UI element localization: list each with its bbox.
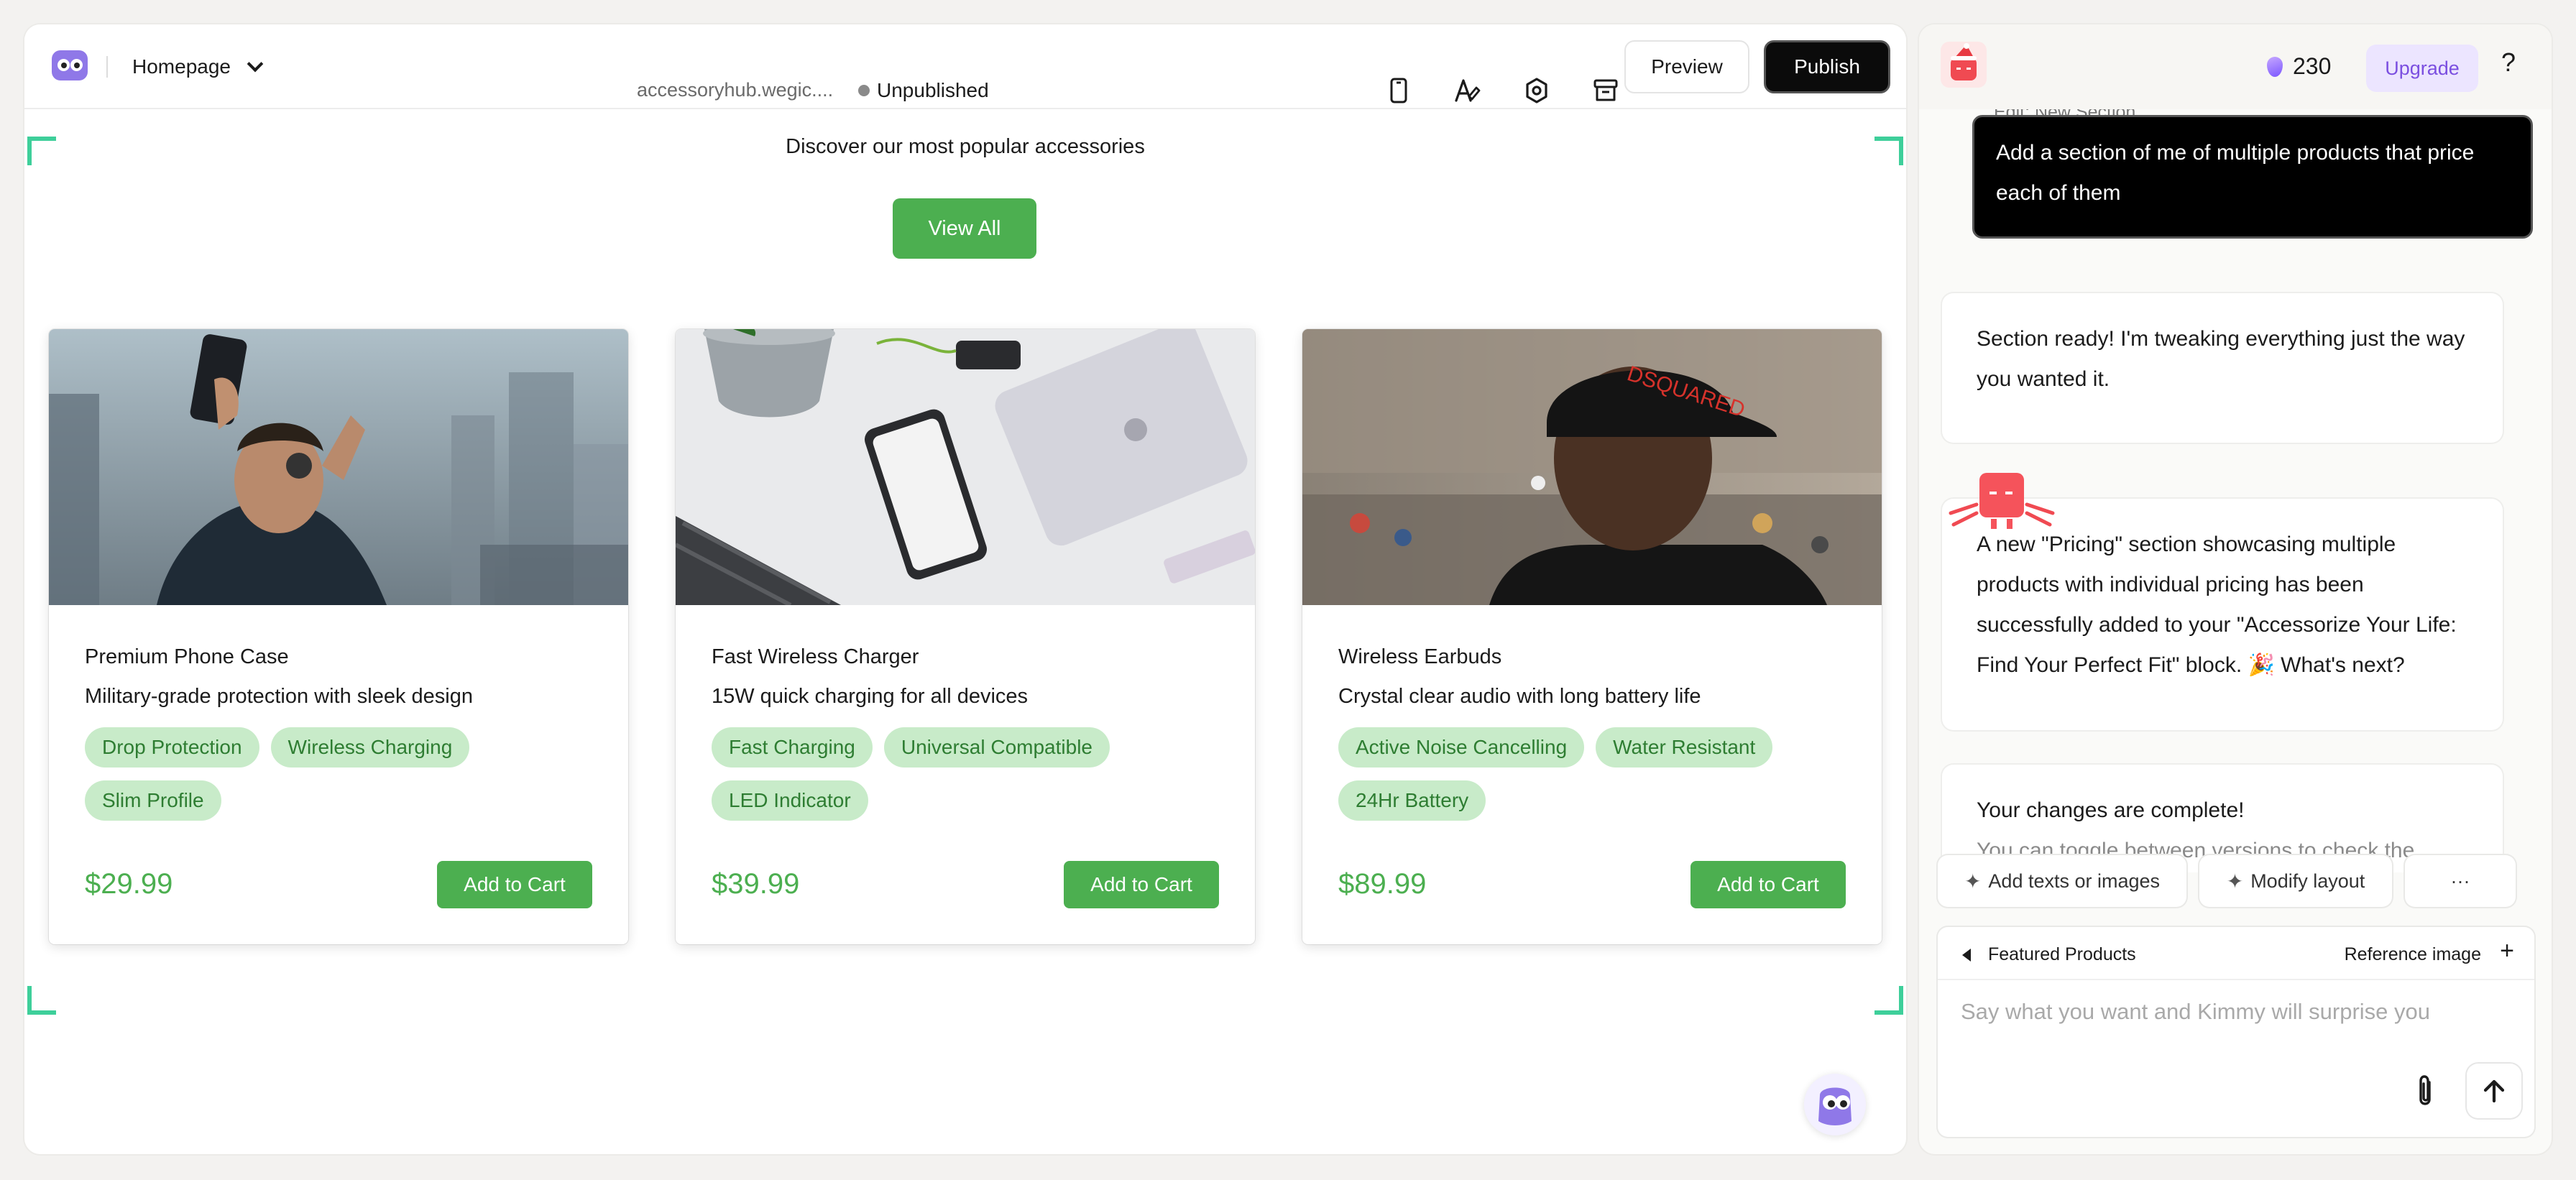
chat-thread[interactable]: Edit: New Section Add a section of me of… [1919, 109, 2552, 872]
add-to-cart-button[interactable]: Add to Cart [1690, 861, 1846, 908]
archive-icon[interactable] [1584, 69, 1627, 112]
settings-icon[interactable] [1515, 69, 1558, 112]
site-editor: Homepage accessoryhub.wegic.... Unpublis… [24, 24, 1906, 1154]
assistant-mascot-button[interactable] [1804, 1074, 1866, 1135]
page-selector[interactable]: Homepage [132, 50, 264, 83]
sparkle-icon: ✦ [1964, 870, 1982, 893]
wegic-logo[interactable] [52, 50, 88, 80]
page-selector-label: Homepage [132, 55, 231, 78]
publish-button[interactable]: Publish [1764, 40, 1890, 93]
view-all-button[interactable]: View All [893, 198, 1036, 259]
product-title: Wireless Earbuds [1338, 645, 1502, 668]
product-description: 15W quick charging for all devices [712, 685, 1029, 708]
product-image-wireless-charger [676, 329, 1255, 605]
feature-tag: LED Indicator [712, 780, 868, 821]
product-tags: Active Noise Cancelling Water Resistant … [1338, 727, 1798, 834]
feature-tag: Universal Compatible [883, 727, 1110, 768]
product-card: DSQUARED Wireless Earbuds Crystal clear … [1302, 329, 1882, 944]
credit-gem-icon [2267, 56, 2283, 77]
mobile-preview-icon[interactable] [1377, 69, 1420, 112]
sparkle-icon: ✦ [2226, 870, 2244, 893]
upgrade-button[interactable]: Upgrade [2366, 45, 2478, 92]
product-card: Fast Wireless Charger 15W quick charging… [676, 329, 1255, 944]
feature-tag: Water Resistant [1596, 727, 1773, 768]
help-icon[interactable]: ? [2501, 47, 2516, 78]
feature-tag: Active Noise Cancelling [1338, 727, 1585, 768]
feature-tag: Slim Profile [85, 780, 221, 821]
section-subtitle: Discover our most popular accessories [786, 135, 1145, 158]
assistant-avatar [1941, 42, 1987, 88]
more-options-chip[interactable]: ··· [2405, 855, 2516, 907]
assistant-header: 230 Upgrade ? [1919, 24, 2552, 109]
add-reference-icon[interactable]: + [2500, 937, 2514, 965]
add-to-cart-button[interactable]: Add to Cart [1064, 861, 1219, 908]
message-composer: Featured Products Reference image + [1938, 927, 2534, 1137]
add-texts-images-chip[interactable]: ✦ Add texts or images [1938, 855, 2186, 907]
context-selector[interactable]: Featured Products [1962, 944, 2136, 965]
more-icon: ··· [2450, 870, 2470, 892]
publish-status-label: Unpublished [877, 79, 989, 101]
credits-value: 230 [2293, 53, 2332, 79]
product-description: Crystal clear audio with long battery li… [1338, 685, 1701, 708]
feature-tag: 24Hr Battery [1338, 780, 1486, 821]
credits-counter: 230 [2267, 53, 2331, 80]
reference-image-button[interactable]: Reference image [2345, 944, 2481, 965]
user-message: Add a section of me of multiple products… [1972, 115, 2533, 239]
context-label: Featured Products [1988, 944, 2136, 964]
product-price: $29.99 [85, 868, 173, 900]
feature-tag: Fast Charging [712, 727, 873, 768]
assistant-message: Section ready! I'm tweaking everything j… [1942, 293, 2503, 443]
site-domain[interactable]: accessoryhub.wegic.... [637, 79, 833, 101]
preview-button[interactable]: Preview [1624, 40, 1749, 93]
product-description: Military-grade protection with sleek des… [85, 685, 473, 708]
selection-corner [1874, 986, 1903, 1015]
chip-label: Modify layout [2250, 870, 2365, 892]
product-tags: Drop Protection Wireless Charging Slim P… [85, 727, 545, 834]
arrow-up-icon [2483, 1079, 2505, 1103]
chevron-down-icon [247, 55, 264, 73]
send-button[interactable] [2467, 1064, 2521, 1118]
product-image-wireless-earbuds: DSQUARED [1302, 329, 1882, 605]
product-price: $39.99 [712, 868, 800, 900]
product-title: Premium Phone Case [85, 645, 289, 668]
selection-corner [27, 986, 56, 1015]
product-card: Premium Phone Case Military-grade protec… [49, 329, 628, 944]
product-tags: Fast Charging Universal Compatible LED I… [712, 727, 1172, 834]
attachment-icon[interactable] [2408, 1072, 2444, 1112]
feature-tag: Wireless Charging [270, 727, 470, 768]
assistant-panel: 230 Upgrade ? Edit: New Section Add a se… [1919, 24, 2552, 1154]
toolbar-divider [106, 56, 108, 78]
assistant-message-text: Your changes are complete! [1977, 798, 2245, 822]
font-style-icon[interactable] [1446, 69, 1489, 112]
prompt-input[interactable] [1961, 999, 2507, 1025]
editor-toolbar: Homepage accessoryhub.wegic.... Unpublis… [24, 24, 1906, 109]
caret-left-icon [1962, 948, 1971, 962]
product-image-phone-case [49, 329, 628, 605]
modify-layout-chip[interactable]: ✦ Modify layout [2199, 855, 2392, 907]
chip-label: Add texts or images [1988, 870, 2161, 892]
status-dot-icon [858, 85, 870, 96]
feature-tag: Drop Protection [85, 727, 259, 768]
composer-context-bar: Featured Products Reference image + [1938, 927, 2534, 980]
assistant-mascot-icon [1948, 469, 2056, 538]
product-title: Fast Wireless Charger [712, 645, 919, 668]
publish-status: Unpublished [858, 79, 989, 102]
add-to-cart-button[interactable]: Add to Cart [437, 861, 592, 908]
product-price: $89.99 [1338, 868, 1427, 900]
page-canvas: Discover our most popular accessories Vi… [24, 111, 1906, 1154]
suggestion-chips: ✦ Add texts or images ✦ Modify layout ··… [1938, 855, 2542, 907]
